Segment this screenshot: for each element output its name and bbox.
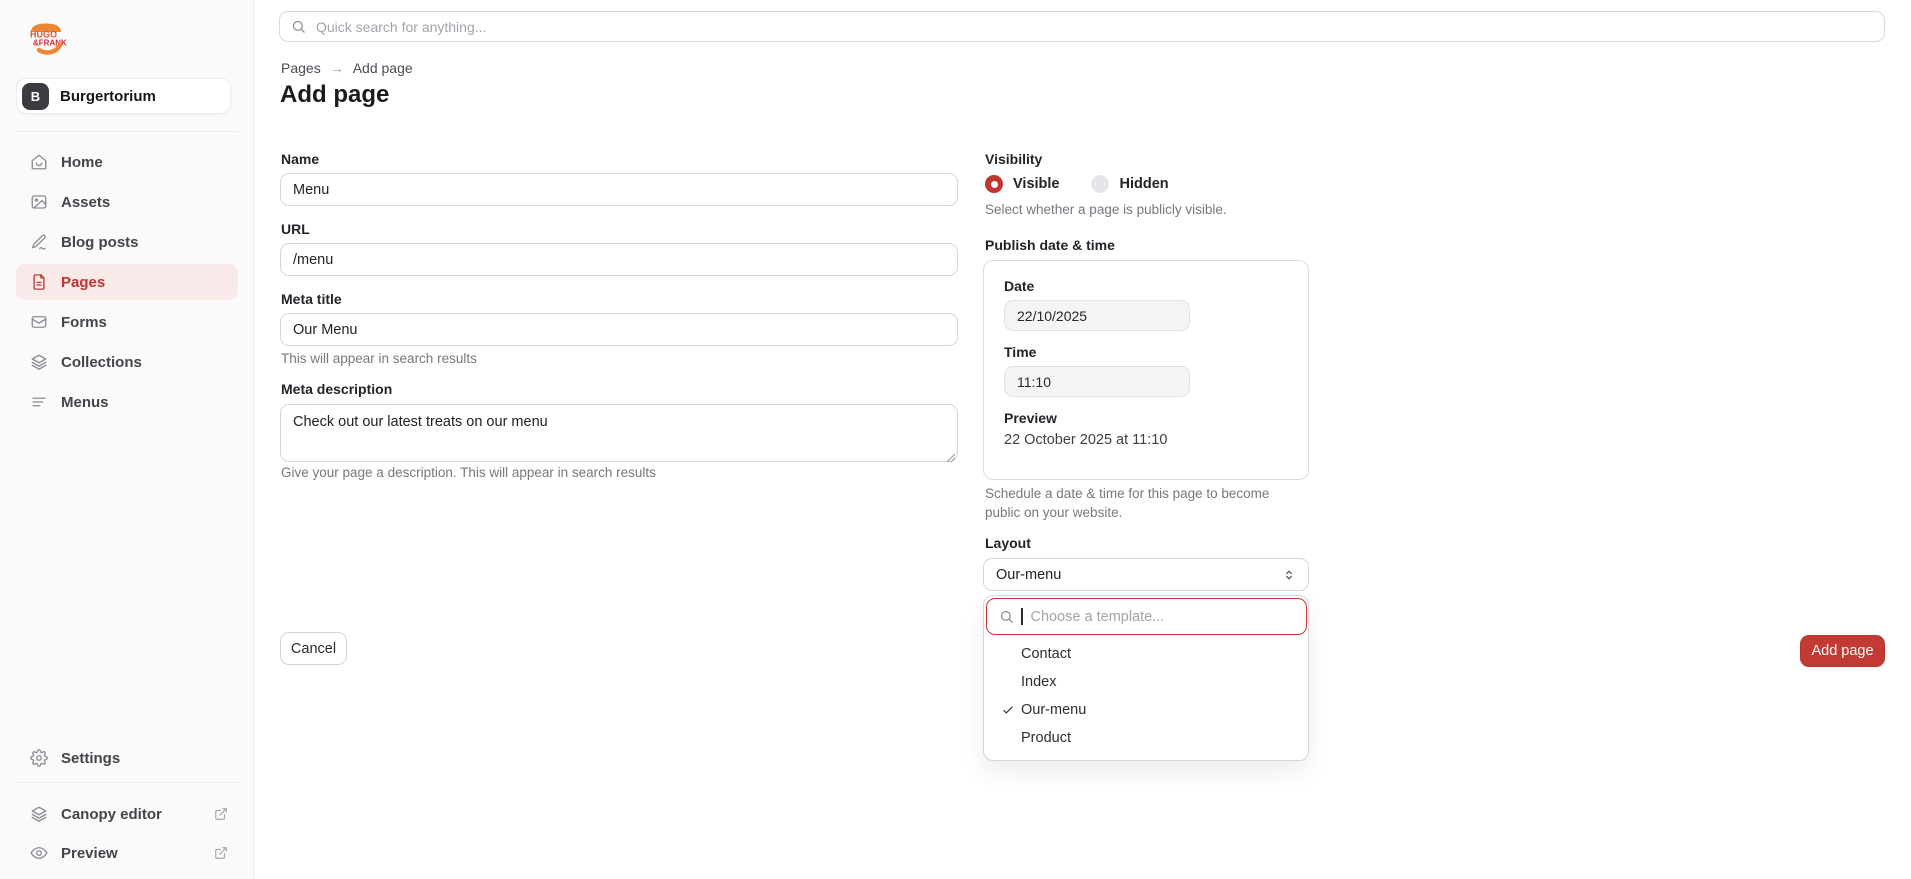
- option-our-menu[interactable]: Our-menu: [984, 696, 1308, 724]
- sidebar-item-label: Pages: [61, 274, 105, 291]
- date-label: Date: [1004, 278, 1288, 294]
- quick-search: [279, 11, 1885, 42]
- breadcrumb-arrow-icon: →: [330, 60, 344, 76]
- option-label: Contact: [1021, 646, 1071, 662]
- meta-description-input[interactable]: Check out our latest treats on our menu: [280, 404, 958, 462]
- sidebar-item-pages[interactable]: Pages: [16, 264, 238, 300]
- page-title: Add page: [280, 81, 389, 109]
- search-icon: [999, 609, 1014, 624]
- gear-icon: [30, 749, 48, 767]
- visibility-label: Visibility: [985, 151, 1042, 167]
- sidebar-item-collections[interactable]: Collections: [16, 344, 238, 380]
- date-input[interactable]: [1004, 300, 1190, 331]
- text-caret: [1021, 608, 1023, 625]
- sidebar-item-canopy-editor[interactable]: Canopy editor: [16, 796, 238, 832]
- option-product[interactable]: Product: [984, 724, 1308, 752]
- sidebar-item-assets[interactable]: Assets: [16, 184, 238, 220]
- sidebar-divider: [16, 782, 238, 783]
- option-label: Product: [1021, 730, 1071, 746]
- layers-icon: [30, 353, 48, 371]
- search-icon: [291, 19, 306, 34]
- image-icon: [30, 193, 48, 211]
- option-label: Our-menu: [1021, 702, 1086, 718]
- sidebar-item-home[interactable]: Home: [16, 144, 238, 180]
- sidebar-item-label: Assets: [61, 194, 110, 211]
- sidebar-item-label: Home: [61, 154, 103, 171]
- option-contact[interactable]: Contact: [984, 640, 1308, 668]
- sidebar-item-label: Canopy editor: [61, 806, 162, 823]
- sidebar: HUGO &FRANK'S B Burgertorium Home Assets: [0, 0, 254, 879]
- resize-grip-icon[interactable]: [946, 450, 956, 468]
- layout-select[interactable]: Our-menu: [983, 558, 1309, 591]
- layout-select-value: Our-menu: [996, 567, 1061, 583]
- sidebar-item-label: Settings: [61, 750, 120, 767]
- template-search-input[interactable]: Choose a template...: [986, 598, 1307, 635]
- meta-description-label: Meta description: [281, 381, 392, 397]
- option-label: Index: [1021, 674, 1056, 690]
- sidebar-item-label: Collections: [61, 354, 142, 371]
- visibility-radios: Visible Hidden: [985, 175, 1169, 193]
- external-link-icon: [214, 807, 228, 821]
- sidebar-item-label: Forms: [61, 314, 107, 331]
- pencil-icon: [30, 233, 48, 251]
- breadcrumb: Pages → Add page: [281, 60, 413, 76]
- template-options: Contact Index Our-menu Product: [984, 640, 1308, 752]
- meta-title-help: This will appear in search results: [281, 351, 477, 366]
- name-input[interactable]: [280, 173, 958, 206]
- envelope-icon: [30, 313, 48, 331]
- option-index[interactable]: Index: [984, 668, 1308, 696]
- site-avatar: B: [22, 83, 49, 110]
- publish-help: Schedule a date & time for this page to …: [985, 484, 1290, 522]
- template-search-placeholder: Choose a template...: [1031, 609, 1165, 625]
- chevron-updown-icon: [1282, 568, 1296, 582]
- sidebar-item-preview[interactable]: Preview: [16, 835, 238, 871]
- quick-search-input[interactable]: [314, 18, 1884, 36]
- time-input[interactable]: [1004, 366, 1190, 397]
- menu-lines-icon: [30, 393, 48, 411]
- add-page-button[interactable]: Add page: [1800, 635, 1885, 667]
- hidden-radio-label: Hidden: [1119, 176, 1168, 192]
- external-link-icon: [214, 846, 228, 860]
- breadcrumb-add-page: Add page: [353, 60, 413, 76]
- sidebar-divider: [16, 131, 238, 132]
- sidebar-item-label: Blog posts: [61, 234, 139, 251]
- layers-icon: [30, 805, 48, 823]
- publish-preview-value: 22 October 2025 at 11:10: [1004, 432, 1288, 448]
- layout-label: Layout: [985, 535, 1031, 551]
- layout-dropdown: Choose a template... Contact Index Our-m…: [983, 595, 1309, 761]
- url-input[interactable]: [280, 243, 958, 276]
- time-label: Time: [1004, 344, 1288, 360]
- url-label: URL: [281, 221, 310, 237]
- meta-description-help: Give your page a description. This will …: [281, 465, 656, 480]
- sidebar-item-label: Preview: [61, 845, 118, 862]
- hidden-radio[interactable]: [1091, 175, 1109, 193]
- eye-icon: [30, 844, 48, 862]
- sidebar-item-label: Menus: [61, 394, 109, 411]
- name-label: Name: [281, 151, 319, 167]
- add-page-screen: HUGO &FRANK'S B Burgertorium Home Assets: [0, 0, 1911, 879]
- visibility-help: Select whether a page is publicly visibl…: [985, 202, 1227, 217]
- site-name: Burgertorium: [60, 88, 156, 105]
- cancel-button[interactable]: Cancel: [280, 632, 347, 665]
- sidebar-item-forms[interactable]: Forms: [16, 304, 238, 340]
- breadcrumb-pages[interactable]: Pages: [281, 60, 321, 76]
- sidebar-nav: Home Assets Blog posts Pages: [16, 144, 238, 424]
- publish-label: Publish date & time: [985, 237, 1115, 253]
- site-switcher[interactable]: B Burgertorium: [16, 78, 231, 114]
- publish-card: Date Time Preview 22 October 2025 at 11:…: [983, 260, 1309, 480]
- meta-title-input[interactable]: [280, 313, 958, 346]
- sidebar-item-menus[interactable]: Menus: [16, 384, 238, 420]
- sidebar-item-settings[interactable]: Settings: [16, 740, 238, 776]
- page-icon: [30, 273, 48, 291]
- hugo-franks-logo: HUGO &FRANK'S: [27, 22, 67, 56]
- visible-radio[interactable]: [985, 175, 1003, 193]
- meta-title-label: Meta title: [281, 291, 342, 307]
- preview-label: Preview: [1004, 410, 1288, 426]
- visible-radio-label: Visible: [1013, 176, 1059, 192]
- home-icon: [30, 153, 48, 171]
- sidebar-item-blog-posts[interactable]: Blog posts: [16, 224, 238, 260]
- check-icon: [1001, 703, 1015, 717]
